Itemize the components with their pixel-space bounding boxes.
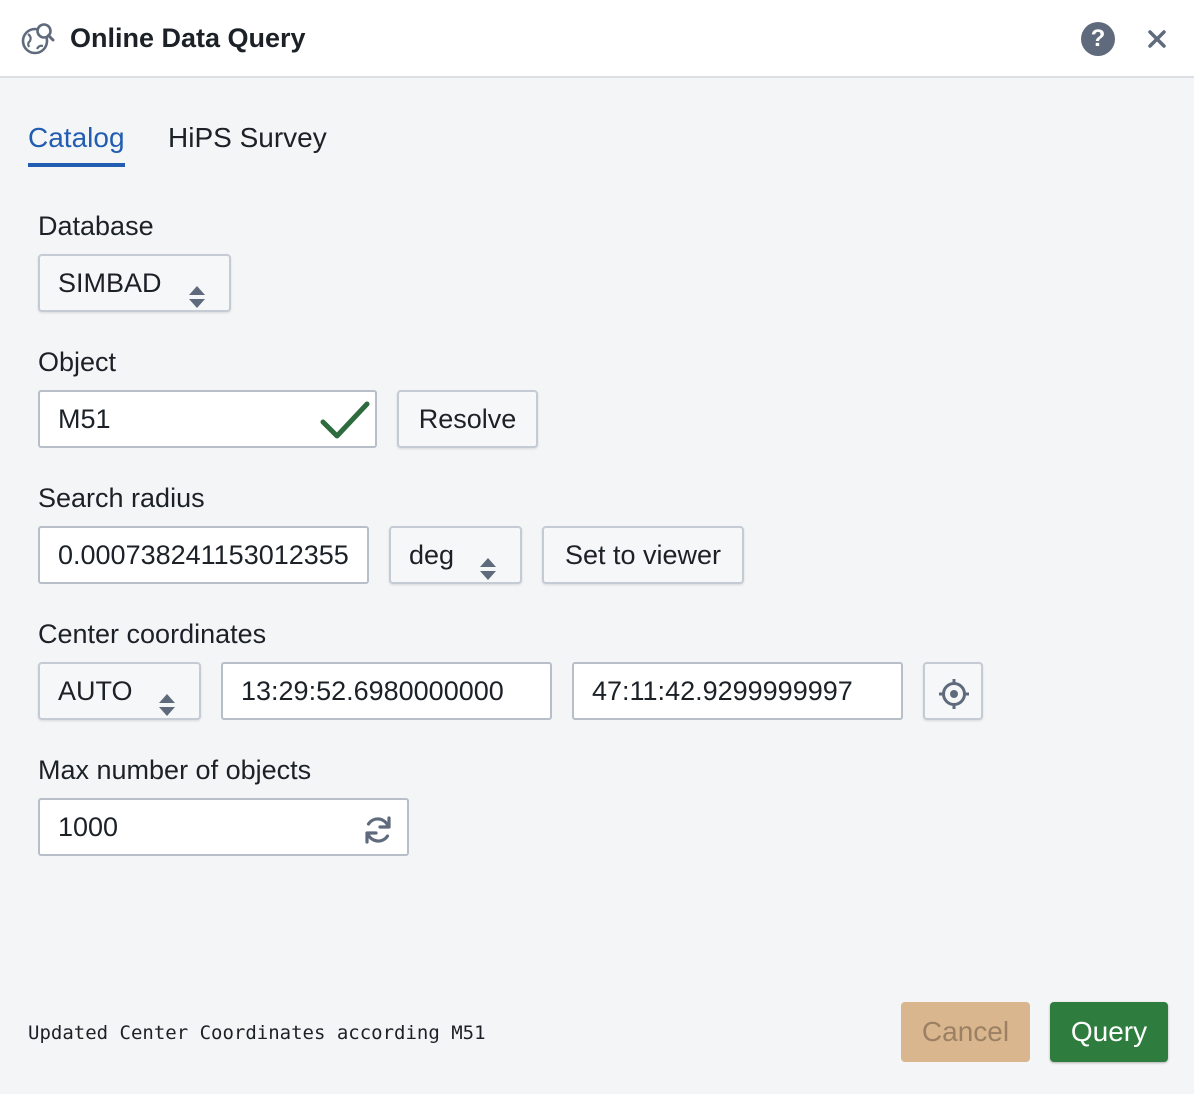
database-value: SIMBAD <box>58 268 162 298</box>
dialog-header: Online Data Query ? <box>0 0 1194 78</box>
dec-input[interactable]: 47:11:42.9299999997 <box>572 662 903 720</box>
coordinate-system-value: AUTO <box>58 676 133 706</box>
close-icon[interactable] <box>1142 22 1172 56</box>
dialog-title: Online Data Query <box>70 23 306 53</box>
dec-value: 47:11:42.9299999997 <box>592 676 853 706</box>
crosshair-icon <box>937 675 971 709</box>
ra-input[interactable]: 13:29:52.6980000000 <box>221 662 552 720</box>
globe-search-icon <box>20 21 56 57</box>
refresh-icon[interactable] <box>361 811 395 845</box>
ra-value: 13:29:52.6980000000 <box>241 676 504 706</box>
object-label: Object <box>38 347 117 377</box>
database-label: Database <box>38 211 154 241</box>
max-objects-input[interactable]: 1000 <box>38 798 409 856</box>
search-radius-input[interactable]: 0.0007382411530123553 <box>38 526 369 584</box>
center-coordinates-label: Center coordinates <box>38 619 267 649</box>
double-caret-icon <box>157 681 177 716</box>
double-caret-icon <box>187 273 207 308</box>
coordinate-system-select[interactable]: AUTO <box>38 662 201 720</box>
max-objects-value: 1000 <box>58 812 119 842</box>
query-button[interactable]: Query <box>1050 1002 1168 1062</box>
tab-catalog[interactable]: Catalog <box>28 118 125 167</box>
center-on-viewer-button[interactable] <box>923 662 983 720</box>
max-objects-label: Max number of objects <box>38 755 312 785</box>
search-radius-label: Search radius <box>38 483 205 513</box>
radius-unit-select[interactable]: deg <box>389 526 522 584</box>
status-message: Updated Center Coordinates according M51 <box>28 1022 486 1044</box>
set-to-viewer-button[interactable]: Set to viewer <box>542 526 744 584</box>
search-radius-value: 0.0007382411530123553 <box>58 540 349 570</box>
check-icon <box>319 398 371 442</box>
tab-hips-survey[interactable]: HiPS Survey <box>168 118 327 158</box>
double-caret-icon <box>478 545 498 580</box>
radius-unit-value: deg <box>409 540 455 570</box>
cancel-button[interactable]: Cancel <box>901 1002 1030 1062</box>
help-icon[interactable]: ? <box>1081 22 1115 56</box>
database-select[interactable]: SIMBAD <box>38 254 231 312</box>
object-input[interactable]: M51 <box>38 390 377 448</box>
resolve-button[interactable]: Resolve <box>397 390 538 448</box>
